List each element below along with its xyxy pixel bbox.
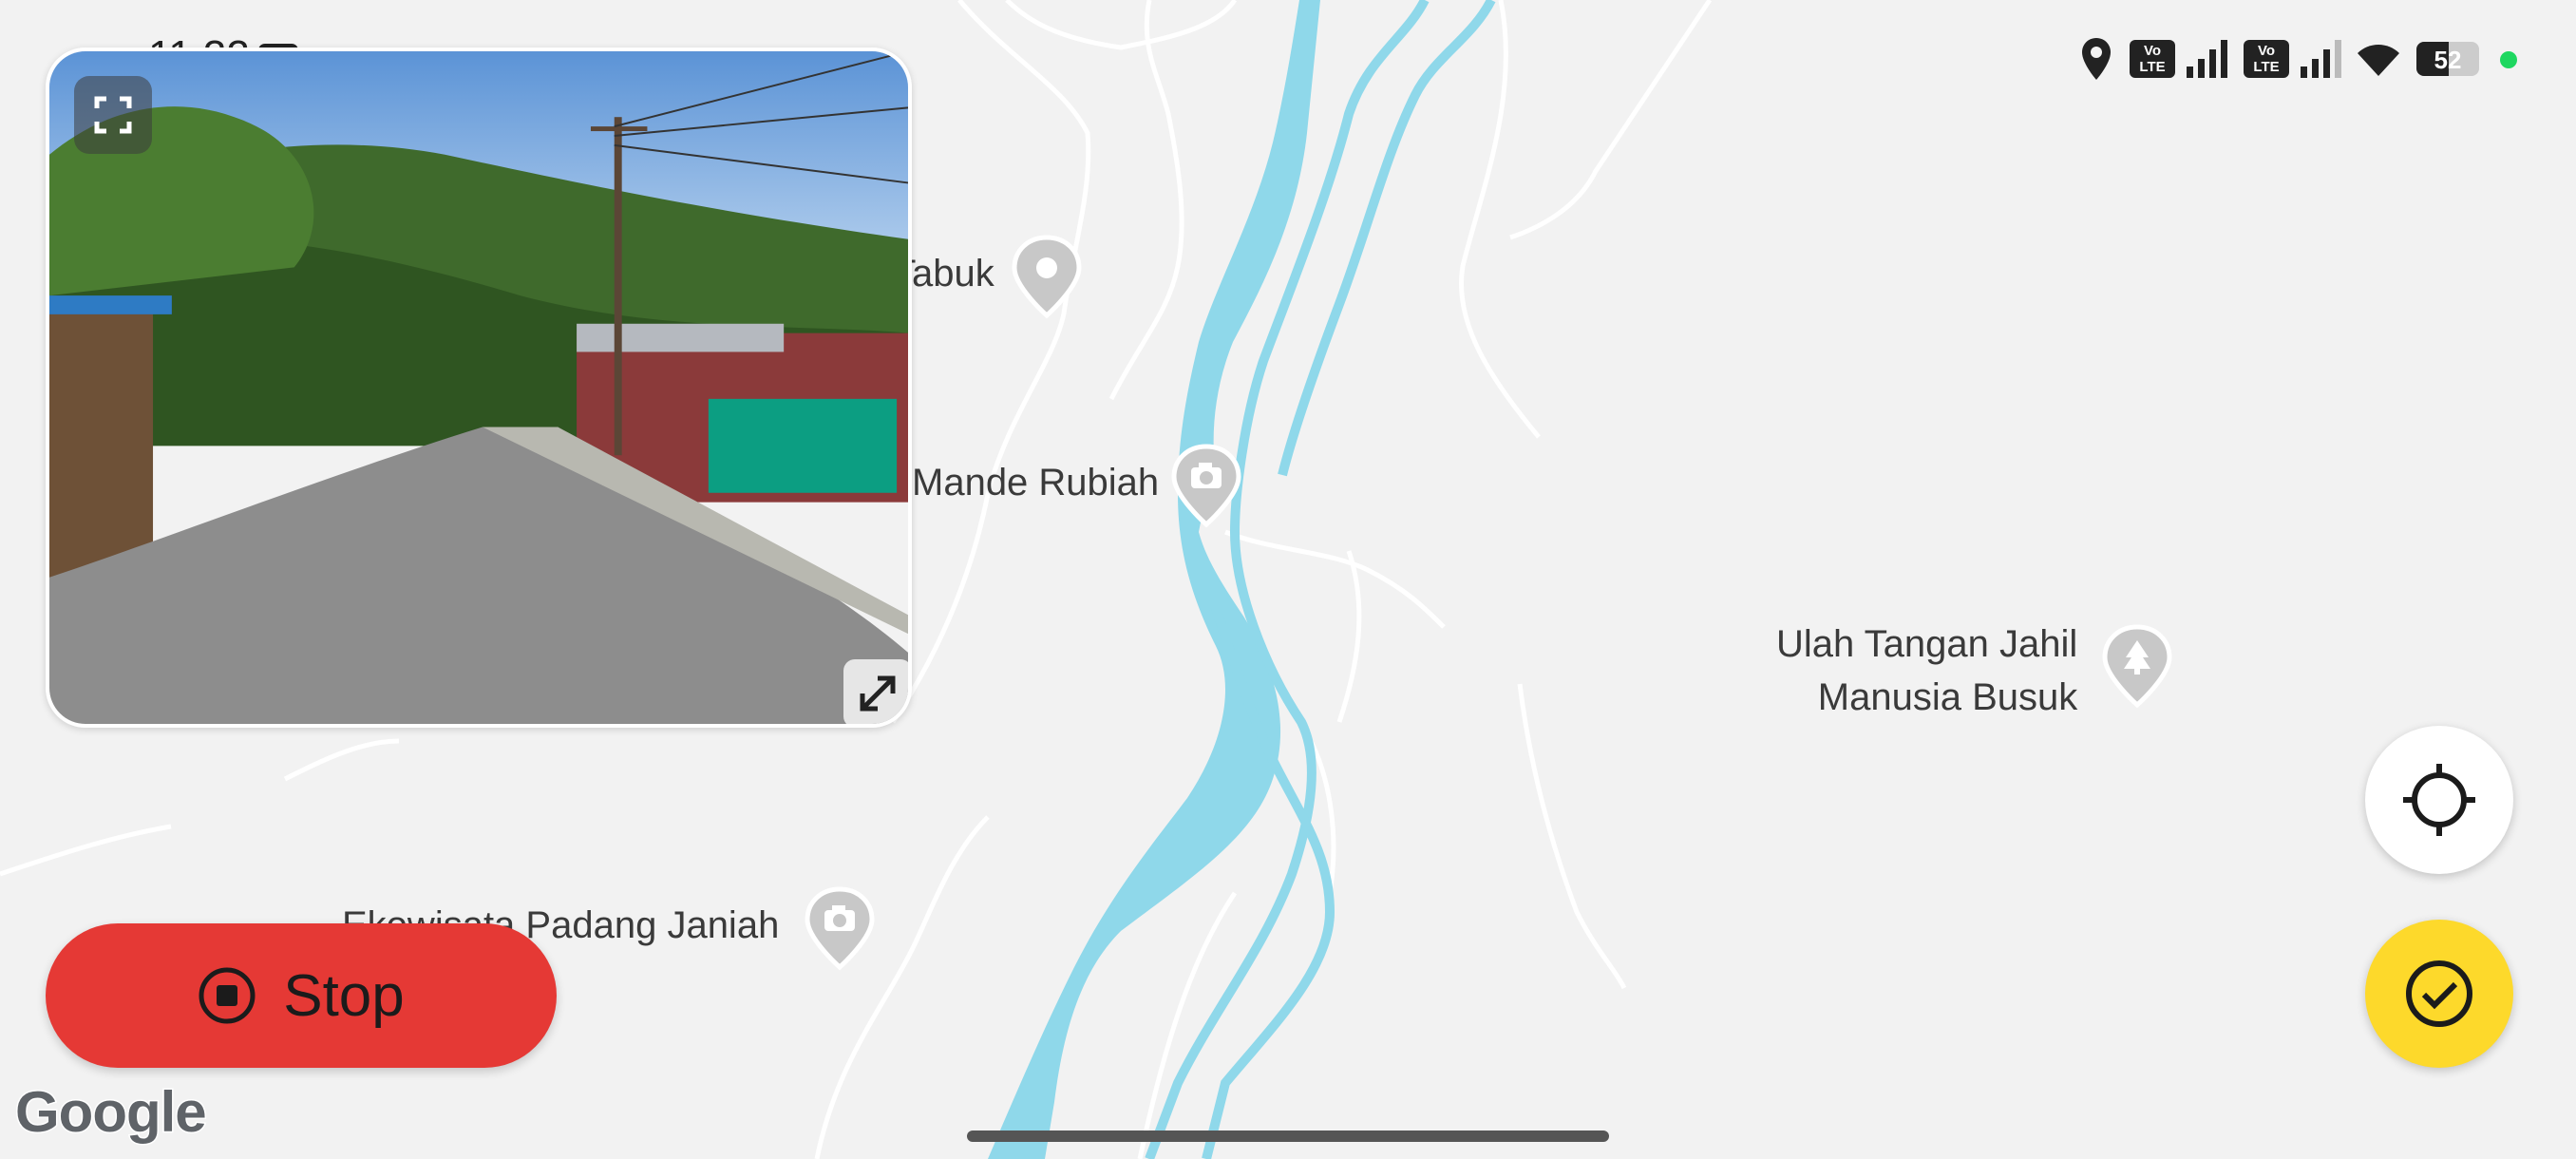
- battery-level: 52: [2434, 46, 2462, 74]
- expand-button[interactable]: [843, 659, 908, 724]
- location-icon: [2082, 38, 2111, 80]
- street-photo: [49, 51, 908, 724]
- poi-label[interactable]: Mande Rubiah: [912, 462, 1159, 504]
- poi-label[interactable]: Ulah Tangan Jahil Manusia Busuk: [1776, 618, 2077, 724]
- camera-indicator-icon: [2500, 51, 2517, 68]
- google-logo: Google: [14, 1079, 209, 1146]
- fullscreen-icon: [94, 96, 132, 134]
- poi-label-line: Manusia Busuk: [1817, 676, 2078, 718]
- street-view-preview[interactable]: [46, 48, 912, 728]
- pin-icon[interactable]: [1011, 234, 1083, 325]
- crosshair-icon: [2403, 764, 2475, 836]
- camera-icon[interactable]: [1170, 443, 1242, 534]
- check-circle-icon: [2406, 960, 2472, 1027]
- signal-icon: [2187, 40, 2227, 78]
- expand-icon: [860, 675, 896, 712]
- volte-icon: Vo LTE: [2244, 40, 2289, 78]
- camera-icon[interactable]: [804, 885, 876, 977]
- poi-label-line: Ulah Tangan Jahil: [1776, 623, 2078, 665]
- home-indicator[interactable]: [967, 1130, 1609, 1142]
- battery-icon: 52: [2416, 42, 2479, 76]
- wifi-icon: [2358, 45, 2399, 76]
- volte-icon: Vo LTE: [2130, 40, 2175, 78]
- volte-label: Vo LTE: [2253, 43, 2280, 75]
- my-location-button[interactable]: [2365, 726, 2513, 874]
- tree-icon[interactable]: [2101, 623, 2173, 714]
- signal-icon: [2301, 40, 2341, 78]
- volte-label: Vo LTE: [2139, 43, 2166, 75]
- stop-label: Stop: [283, 962, 405, 1029]
- confirm-button[interactable]: [2365, 920, 2513, 1068]
- stop-icon: [199, 967, 256, 1024]
- fullscreen-button[interactable]: [74, 76, 152, 154]
- stop-button[interactable]: Stop: [46, 923, 557, 1068]
